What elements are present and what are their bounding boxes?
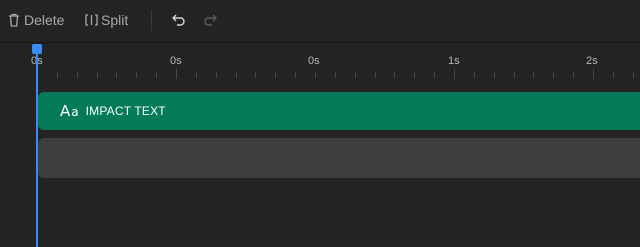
ruler-minor-tick	[196, 72, 197, 78]
undo-icon	[172, 14, 186, 26]
ruler-label-3: 1s	[448, 55, 460, 67]
playhead-handle[interactable]	[32, 44, 42, 54]
timeline-ruler[interactable]: 0s 0s 0s 1s 2s	[0, 43, 640, 88]
ruler-minor-tick	[255, 72, 256, 78]
ruler-minor-tick	[236, 72, 237, 78]
ruler-minor-tick	[57, 72, 58, 78]
ruler-minor-tick	[77, 72, 78, 78]
ruler-minor-tick	[156, 72, 157, 78]
ruler-minor-tick	[553, 72, 554, 78]
ruler-minor-tick	[116, 72, 117, 78]
split-button[interactable]: Split	[85, 9, 128, 31]
text-clip-label: IMPACT TEXT	[85, 104, 166, 118]
ruler-minor-tick	[613, 72, 614, 78]
ruler-minor-tick	[335, 72, 336, 78]
redo-button[interactable]	[203, 9, 217, 31]
redo-icon	[203, 14, 217, 26]
ruler-minor-tick	[633, 72, 634, 78]
ruler-label-1: 0s	[170, 55, 182, 67]
playhead-line[interactable]	[36, 52, 38, 247]
ruler-minor-tick	[533, 72, 534, 78]
ruler-label-2: 0s	[308, 55, 320, 67]
text-clip[interactable]: Aa IMPACT TEXT	[38, 92, 640, 130]
ruler-major-tick	[176, 69, 177, 79]
text-type-icon: Aa	[60, 102, 79, 120]
ruler-minor-tick	[573, 72, 574, 78]
ruler-minor-tick	[494, 72, 495, 78]
ruler-label-4: 2s	[586, 55, 598, 67]
ruler-minor-tick	[474, 72, 475, 78]
ruler-minor-tick	[375, 72, 376, 78]
ruler-major-tick	[454, 69, 455, 79]
ruler-minor-tick	[295, 72, 296, 78]
empty-track[interactable]	[38, 138, 640, 178]
ruler-major-tick	[593, 69, 594, 79]
ruler-minor-tick	[136, 72, 137, 78]
ruler-minor-tick	[97, 72, 98, 78]
delete-label: Delete	[24, 12, 65, 28]
toolbar-divider	[151, 10, 152, 31]
ruler-minor-tick	[275, 72, 276, 78]
ruler-minor-tick	[514, 72, 515, 78]
split-icon	[85, 14, 98, 26]
ruler-minor-tick	[315, 72, 316, 78]
ruler-minor-tick	[414, 72, 415, 78]
split-label: Split	[101, 12, 129, 28]
undo-button[interactable]	[172, 9, 186, 31]
ruler-minor-tick	[355, 72, 356, 78]
trash-icon	[8, 13, 20, 27]
ruler-minor-tick	[434, 72, 435, 78]
toolbar: Delete Split	[0, 0, 640, 43]
delete-button[interactable]: Delete	[8, 9, 64, 31]
ruler-minor-tick	[216, 72, 217, 78]
ruler-minor-tick	[394, 72, 395, 78]
